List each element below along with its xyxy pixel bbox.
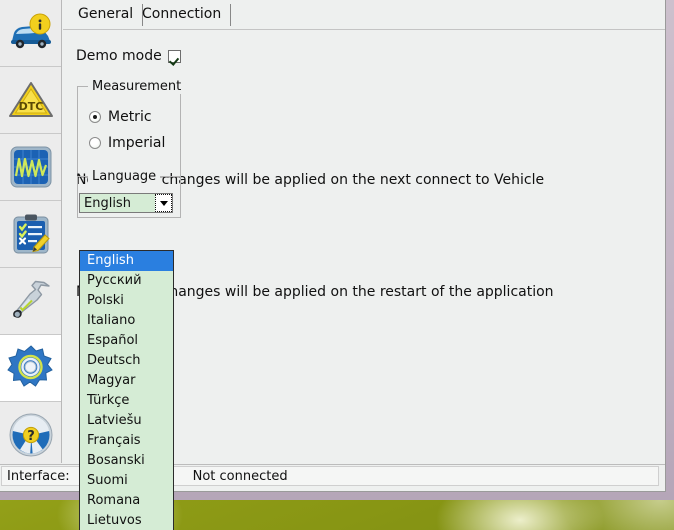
svg-text:DTC: DTC: [18, 100, 43, 113]
language-option[interactable]: English: [80, 251, 173, 271]
language-option[interactable]: Türkçe: [80, 391, 173, 411]
language-option[interactable]: Polski: [80, 291, 173, 311]
language-option[interactable]: Italiano: [80, 311, 173, 331]
language-option[interactable]: Suomi: [80, 471, 173, 491]
gear-settings-icon: [6, 345, 55, 391]
demo-mode-row[interactable]: Demo mode: [76, 48, 181, 64]
sidebar-item-vehicle-info[interactable]: [0, 0, 61, 67]
demo-mode-checkbox[interactable]: [167, 49, 181, 63]
sidebar-item-tests[interactable]: [0, 201, 61, 268]
measurement-groupbox: Measurement Metric Imperial: [77, 79, 186, 178]
chevron-down-icon[interactable]: [155, 194, 172, 212]
language-option[interactable]: Latviešu: [80, 411, 173, 431]
steering-wheel-help-icon: ?: [8, 412, 54, 458]
radio-imperial[interactable]: Imperial: [89, 135, 165, 151]
sidebar-item-settings[interactable]: [0, 335, 61, 402]
language-combobox[interactable]: English: [79, 193, 173, 213]
radio-metric-label: Metric: [108, 109, 152, 125]
tab-strip: General Connection: [63, 4, 663, 28]
radio-metric[interactable]: Metric: [89, 109, 152, 125]
connection-status-text: Not connected: [192, 468, 288, 484]
radio-metric-indicator[interactable]: [89, 111, 101, 123]
sidebar-item-live-data[interactable]: [0, 134, 61, 201]
language-dropdown-list[interactable]: English Русский Polski Italiano Español Deuts…: [79, 250, 174, 530]
svg-text:?: ?: [27, 429, 35, 444]
language-option[interactable]: Français: [80, 431, 173, 451]
car-info-icon: [7, 13, 55, 53]
oscilloscope-icon: [9, 145, 53, 189]
demo-mode-label: Demo mode: [76, 48, 162, 64]
tab-connection[interactable]: Connection: [133, 4, 232, 26]
sidebar-item-dtc[interactable]: DTC: [0, 67, 61, 134]
checklist-edit-icon: [9, 212, 53, 256]
language-option[interactable]: Lietuvos: [80, 511, 173, 530]
sidebar-item-service[interactable]: [0, 268, 61, 335]
language-option[interactable]: Bosanski: [80, 451, 173, 471]
language-combobox-value: English: [84, 195, 131, 211]
language-option[interactable]: Romana: [80, 491, 173, 511]
radio-imperial-indicator[interactable]: [89, 137, 101, 149]
language-option[interactable]: Deutsch: [80, 351, 173, 371]
interface-label: Interface:: [7, 468, 70, 484]
measurement-group-title: Measurement: [88, 79, 186, 94]
language-option[interactable]: Русский: [80, 271, 173, 291]
language-option[interactable]: Magyar: [80, 371, 173, 391]
sidebar: DTC ?: [0, 0, 62, 469]
language-group-title: Language: [88, 169, 161, 184]
radio-imperial-label: Imperial: [108, 135, 166, 151]
sidebar-item-help[interactable]: ?: [0, 402, 61, 469]
wrench-icon: [8, 280, 54, 322]
language-option[interactable]: Español: [80, 331, 173, 351]
dtc-warning-triangle-icon: DTC: [7, 79, 55, 121]
